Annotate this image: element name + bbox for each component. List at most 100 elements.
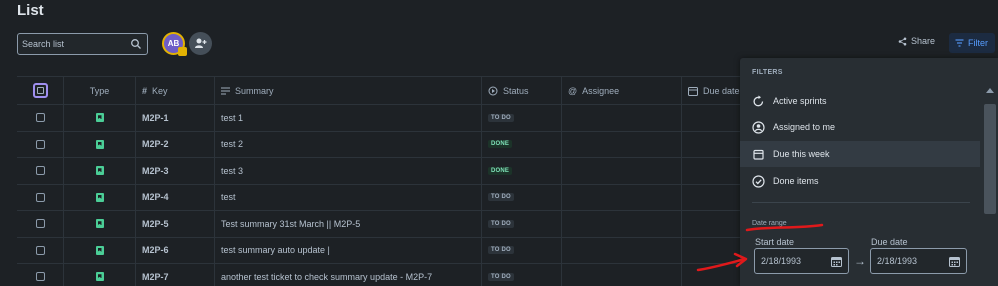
status-badge[interactable]: TO DO — [488, 113, 514, 122]
row-checkbox-cell — [17, 132, 63, 158]
row-checkbox[interactable] — [35, 166, 45, 176]
due-date-cell[interactable] — [681, 264, 747, 286]
check-circle-icon — [752, 174, 765, 188]
status-cell[interactable]: TO DO — [481, 211, 561, 237]
assignee-cell[interactable] — [561, 237, 681, 263]
status-badge[interactable]: TO DO — [488, 272, 514, 281]
table-row[interactable]: M2P-1 test 1 TO DO — [17, 105, 747, 132]
due-date-cell[interactable] — [681, 105, 747, 131]
table-row[interactable]: M2P-5 Test summary 31st March || M2P-5 TO … — [17, 211, 747, 238]
filter-active-sprints[interactable]: Active sprints — [740, 88, 980, 114]
table-row[interactable]: M2P-6 test summary auto update | TO DO — [17, 237, 747, 264]
status-badge[interactable]: DONE — [488, 166, 513, 175]
due-date-cell[interactable] — [681, 211, 747, 237]
summary-cell[interactable]: test 3 — [214, 158, 481, 184]
table-row[interactable]: M2P-7 another test ticket to check summar… — [17, 264, 747, 286]
assignee-cell[interactable] — [561, 105, 681, 131]
start-date-field[interactable]: 2/18/1993 — [754, 248, 849, 274]
summary-cell[interactable]: another test ticket to check summary upd… — [214, 264, 481, 286]
status-cell[interactable]: TO DO — [481, 105, 561, 131]
summary-cell[interactable]: test 1 — [214, 105, 481, 131]
filter-item-label: Done items — [773, 176, 819, 186]
status-cell[interactable]: TO DO — [481, 264, 561, 286]
table-row[interactable]: M2P-2 test 2 DONE — [17, 131, 747, 158]
hash-icon: # — [142, 85, 148, 96]
issue-key[interactable]: M2P-5 — [142, 219, 169, 229]
due-date-cell[interactable] — [681, 184, 747, 210]
share-button[interactable]: Share — [898, 36, 935, 46]
summary-cell[interactable]: Test summary 31st March || M2P-5 — [214, 211, 481, 237]
row-checkbox[interactable] — [35, 245, 45, 255]
due-date-cell[interactable] — [681, 131, 747, 157]
summary-cell[interactable]: test — [214, 184, 481, 210]
select-all-checkbox[interactable] — [32, 83, 48, 98]
calendar-icon[interactable] — [831, 256, 842, 267]
scrollbar[interactable] — [984, 104, 996, 214]
status-badge[interactable]: TO DO — [488, 219, 514, 228]
header-due-date[interactable]: Due date — [681, 77, 747, 104]
issue-key[interactable]: M2P-7 — [142, 272, 169, 282]
header-summary-label: Summary — [235, 85, 274, 96]
issue-key[interactable]: M2P-1 — [142, 113, 169, 123]
filter-button[interactable]: Filter — [949, 33, 995, 53]
search-input[interactable] — [22, 37, 130, 51]
filter-item-label: Active sprints — [773, 96, 827, 106]
issue-key[interactable]: M2P-3 — [142, 166, 169, 176]
issue-key[interactable]: M2P-4 — [142, 192, 169, 202]
row-checkbox[interactable] — [35, 192, 45, 202]
status-cell[interactable]: TO DO — [481, 237, 561, 263]
table-row[interactable]: M2P-4 test TO DO — [17, 184, 747, 211]
type-cell — [63, 131, 135, 157]
filter-done-items[interactable]: Done items — [740, 168, 980, 194]
assignee-cell[interactable] — [561, 131, 681, 157]
issue-key[interactable]: M2P-6 — [142, 245, 169, 255]
assignee-cell[interactable] — [561, 264, 681, 286]
summary-cell[interactable]: test 2 — [214, 131, 481, 157]
status-badge[interactable]: TO DO — [488, 193, 514, 202]
row-checkbox[interactable] — [35, 219, 45, 229]
row-checkbox-cell — [17, 158, 63, 184]
header-assignee[interactable]: @ Assignee — [561, 77, 681, 104]
table-row[interactable]: M2P-3 test 3 DONE — [17, 158, 747, 185]
add-people-button[interactable] — [189, 32, 212, 55]
due-date-cell[interactable] — [681, 237, 747, 263]
scroll-up-arrow[interactable] — [986, 88, 994, 93]
key-cell: M2P-5 — [135, 211, 214, 237]
search-box[interactable] — [17, 33, 148, 55]
issue-key[interactable]: M2P-2 — [142, 139, 169, 149]
due-date-cell[interactable] — [681, 158, 747, 184]
filter-assigned-to-me[interactable]: Assigned to me — [740, 114, 980, 140]
filter-due-this-week[interactable]: Due this week — [740, 141, 980, 167]
header-summary[interactable]: Summary — [214, 77, 481, 104]
status-cell[interactable]: DONE — [481, 158, 561, 184]
status-cell[interactable]: DONE — [481, 131, 561, 157]
avatar[interactable]: AB — [162, 32, 187, 56]
sprint-icon — [753, 95, 764, 106]
header-key[interactable]: # Key — [135, 77, 214, 104]
calendar-icon[interactable] — [949, 256, 960, 267]
filter-icon — [955, 39, 964, 47]
row-checkbox[interactable] — [35, 113, 45, 123]
story-icon — [95, 113, 104, 123]
header-assignee-label: Assignee — [582, 85, 620, 96]
row-checkbox[interactable] — [35, 139, 45, 149]
row-checkbox-cell — [17, 185, 63, 211]
assignee-cell[interactable] — [561, 184, 681, 210]
row-checkbox[interactable] — [35, 272, 45, 282]
filter-item-label: Due this week — [773, 149, 830, 159]
header-status[interactable]: Status — [481, 77, 561, 104]
issue-table: Type # Key Summary Status @ Assignee Due… — [17, 76, 747, 286]
assignee-cell[interactable] — [561, 158, 681, 184]
due-date-field[interactable]: 2/18/1993 — [870, 248, 967, 274]
issue-summary: Test summary 31st March || M2P-5 — [221, 218, 361, 229]
search-icon[interactable] — [130, 38, 142, 50]
summary-cell[interactable]: test summary auto update | — [214, 237, 481, 263]
assignee-cell[interactable] — [561, 211, 681, 237]
status-badge[interactable]: TO DO — [488, 246, 514, 255]
row-checkbox-cell — [17, 211, 63, 237]
issue-summary: test summary auto update | — [221, 245, 330, 256]
status-cell[interactable]: TO DO — [481, 184, 561, 210]
status-badge[interactable]: DONE — [488, 140, 513, 149]
key-cell: M2P-3 — [135, 158, 214, 184]
header-type[interactable]: Type — [63, 77, 135, 104]
